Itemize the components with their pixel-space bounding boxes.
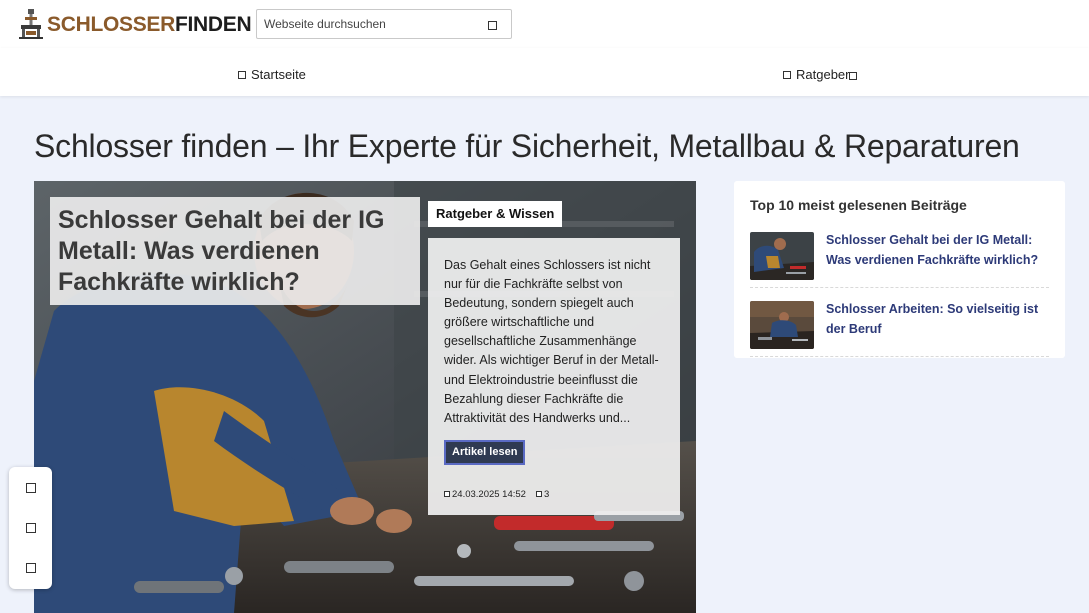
- logo-text: SCHLOSSERFINDEN: [47, 12, 252, 36]
- home-icon: [238, 70, 246, 79]
- comment-icon[interactable]: [535, 491, 542, 498]
- nav-item-label: Startseite: [251, 67, 306, 82]
- logo-text-part2: FINDEN: [175, 12, 252, 36]
- list-item[interactable]: Schlosser Arbeiten: So vielseitig ist de…: [750, 301, 1049, 357]
- category-badge[interactable]: Ratgeber & Wissen: [428, 201, 563, 227]
- main-navigation: Startseite Ratgeber: [0, 48, 1089, 96]
- search-box: [256, 9, 512, 39]
- clock-icon: [444, 491, 450, 498]
- featured-article[interactable]: Schlosser Gehalt bei der IG Metall: Was …: [34, 181, 696, 613]
- article-excerpt: Das Gehalt eines Schlossers ist nicht nu…: [444, 258, 659, 425]
- post-link[interactable]: Schlosser Arbeiten: So vielseitig ist de…: [826, 300, 1049, 356]
- chevron-down-icon[interactable]: [849, 71, 858, 80]
- nav-item-label: Ratgeber: [796, 67, 850, 82]
- logo-text-part1: SCHLOSSER: [47, 12, 175, 36]
- list-item[interactable]: Schlosser Gehalt bei der IG Metall: Was …: [750, 232, 1049, 288]
- top-bar: SCHLOSSERFINDEN: [0, 0, 1089, 48]
- search-icon[interactable]: [488, 21, 497, 30]
- comment-count[interactable]: 3: [544, 489, 549, 500]
- logo-workbench-icon: [19, 9, 43, 39]
- share-button[interactable]: [9, 468, 52, 508]
- post-link[interactable]: Schlosser Gehalt bei der IG Metall: Was …: [826, 231, 1049, 287]
- article-meta: 24.03.2025 14:52 3: [444, 489, 665, 500]
- post-thumbnail[interactable]: [750, 301, 814, 349]
- post-thumbnail[interactable]: [750, 232, 814, 280]
- nav-item-startseite[interactable]: Startseite: [238, 67, 306, 82]
- print-button[interactable]: [9, 548, 52, 588]
- article-excerpt-box: Das Gehalt eines Schlossers ist nicht nu…: [428, 238, 680, 515]
- bookmark-icon: [25, 523, 36, 533]
- page-title: Schlosser finden – Ihr Experte für Siche…: [34, 128, 1020, 164]
- search-input[interactable]: [257, 10, 477, 38]
- article-date: 24.03.2025 14:52: [452, 488, 526, 500]
- read-article-button[interactable]: Artikel lesen: [444, 439, 526, 465]
- top-posts-widget: Top 10 meist gelesenen Beiträge Schlosse…: [734, 181, 1065, 358]
- share-icon: [25, 483, 36, 493]
- widget-title: Top 10 meist gelesenen Beiträge: [750, 197, 967, 213]
- floating-action-bar: [9, 467, 52, 589]
- print-icon: [25, 563, 36, 573]
- nav-item-ratgeber[interactable]: Ratgeber: [783, 67, 858, 82]
- hero-article-title[interactable]: Schlosser Gehalt bei der IG Metall: Was …: [58, 205, 412, 298]
- book-icon: [783, 70, 791, 79]
- hero-title-box: Schlosser Gehalt bei der IG Metall: Was …: [50, 197, 420, 305]
- site-logo[interactable]: SCHLOSSERFINDEN: [17, 8, 252, 40]
- bookmark-button[interactable]: [9, 508, 52, 548]
